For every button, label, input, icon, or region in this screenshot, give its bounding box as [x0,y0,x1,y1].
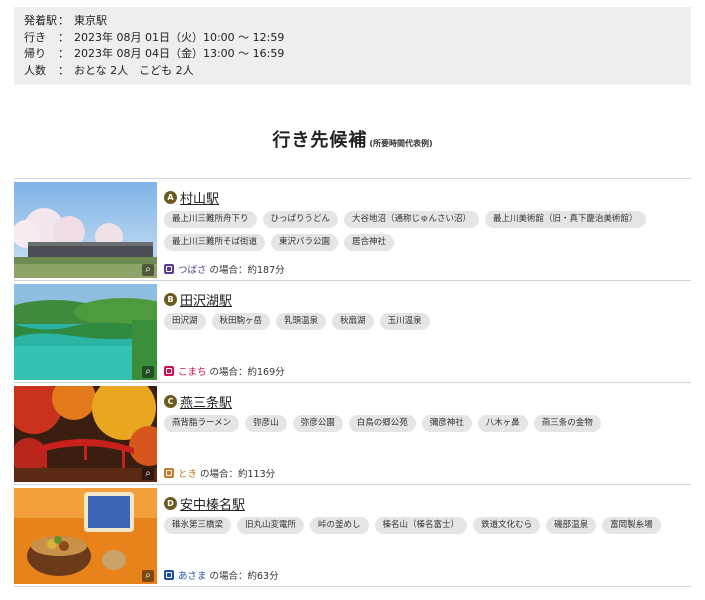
spot-tag[interactable]: 碓氷第三橋梁 [164,517,232,534]
destination-content: A 村山駅 最上川三難所舟下り ひっぱりうどん 大谷地沼（通称じゅんさい沼） 最… [164,188,691,280]
train-name: つばさ [178,265,207,276]
destination-list: ⌕ A 村山駅 最上川三難所舟下り ひっぱりうどん 大谷地沼（通称じゅんさい沼）… [14,178,691,587]
spot-tag[interactable]: 大谷地沼（通称じゅんさい沼） [344,211,480,228]
photo-tazawako [14,284,157,380]
zoom-icon[interactable]: ⌕ [142,468,154,480]
summary-separator: ： [58,30,69,44]
spot-tag[interactable]: 燕三条の金物 [533,415,601,432]
destination-badge: D [164,496,177,510]
spot-tag[interactable]: 燕背脂ラーメン [164,415,240,432]
spot-tag[interactable]: 彌彦神社 [421,415,472,432]
destination-photo[interactable]: ⌕ [14,284,157,380]
train-name: こまち [178,367,207,378]
destination-title: A 村山駅 [164,188,691,207]
summary-row-station: 発着駅 ： 東京駅 [24,13,681,30]
spot-tag[interactable]: 八木ヶ鼻 [477,415,528,432]
travel-time: の場合：約63分 [209,571,279,582]
summary-separator: ： [58,63,69,77]
travel-time: の場合：約169分 [209,367,285,378]
summary-label: 行き [24,30,46,44]
spot-tag[interactable]: 玉川温泉 [379,313,430,330]
destination-item: ⌕ C 燕三条駅 燕背脂ラーメン 弥彦山 弥彦公園 白鳥の郷公苑 彌彦神社 八木… [14,383,691,485]
train-info: つばさ の場合：約187分 [164,262,285,276]
destination-content: C 燕三条駅 燕背脂ラーメン 弥彦山 弥彦公園 白鳥の郷公苑 彌彦神社 八木ヶ鼻… [164,392,691,484]
spot-tags: 碓氷第三橋梁 旧丸山変電所 峠の釜めし 榛名山（榛名富士） 鉄道文化むら 磯部温… [164,517,689,540]
summary-value: おとな 2人 こども 2人 [74,63,194,77]
spot-tag[interactable]: ひっぱりうどん [262,211,339,228]
summary-label: 人数 [24,63,46,77]
summary-value: 2023年 08月 04日（金）13:00 ～ 16:59 [74,47,285,60]
spot-tag[interactable]: 旧丸山変電所 [237,517,305,534]
spot-tag[interactable]: 弥彦山 [245,415,287,432]
photo-tsubamesanjo [14,386,157,482]
summary-row-return: 帰り ： 2023年 08月 04日（金）13:00 ～ 16:59 [24,46,681,63]
station-link[interactable]: 村山駅 [180,188,219,207]
train-name: あさま [178,571,207,582]
spot-tag[interactable]: 最上川美術館（旧・真下慶治美術館） [485,211,646,228]
zoom-icon[interactable]: ⌕ [142,366,154,378]
train-icon [164,366,174,376]
station-link[interactable]: 燕三条駅 [180,392,232,411]
destination-title: B 田沢湖駅 [164,290,691,309]
spot-tags: 最上川三難所舟下り ひっぱりうどん 大谷地沼（通称じゅんさい沼） 最上川美術館（… [164,211,689,257]
spot-tag[interactable]: 鉄道文化むら [473,517,541,534]
destination-badge: A [164,190,177,204]
travel-time: の場合：約187分 [209,265,285,276]
section-heading: 行き先候補 (所要時間代表例) [0,126,705,152]
spot-tag[interactable]: 最上川三難所そば街道 [164,234,266,251]
spot-tag[interactable]: 白鳥の郷公苑 [348,415,416,432]
train-icon [164,264,174,274]
spot-tag[interactable]: 東沢バラ公園 [271,234,339,251]
spot-tag[interactable]: 乳頭温泉 [276,313,327,330]
summary-separator: ： [58,14,69,27]
train-icon [164,468,174,478]
spot-tags: 燕背脂ラーメン 弥彦山 弥彦公園 白鳥の郷公苑 彌彦神社 八木ヶ鼻 燕三条の金物 [164,415,689,438]
section-subtitle: (所要時間代表例) [369,139,433,148]
train-icon [164,570,174,580]
spot-tag[interactable]: 秋扇湖 [332,313,374,330]
spot-tag[interactable]: 田沢湖 [164,313,206,330]
destination-badge: B [164,292,177,306]
spot-tag[interactable]: 最上川三難所舟下り [164,211,257,228]
spot-tag[interactable]: 磯部温泉 [546,517,597,534]
search-summary-panel: 発着駅 ： 東京駅 行き ： 2023年 08月 01日（火）10:00 ～ 1… [14,7,691,85]
destination-photo[interactable]: ⌕ [14,488,157,584]
destination-item: ⌕ A 村山駅 最上川三難所舟下り ひっぱりうどん 大谷地沼（通称じゅんさい沼）… [14,179,691,281]
destination-item: ⌕ D 安中榛名駅 碓氷第三橋梁 旧丸山変電所 峠の釜めし 榛名山（榛名富士） … [14,485,691,587]
photo-murayama [14,182,157,278]
summary-value: 東京駅 [74,14,107,27]
zoom-icon[interactable]: ⌕ [142,264,154,276]
train-info: とき の場合：約113分 [164,466,275,480]
station-link[interactable]: 田沢湖駅 [180,290,232,309]
travel-time: の場合：約113分 [200,469,276,480]
destination-badge: C [164,394,177,408]
spot-tag[interactable]: 富岡製糸場 [602,517,661,534]
spot-tag[interactable]: 弥彦公園 [292,415,343,432]
train-info: こまち の場合：約169分 [164,364,285,378]
section-title: 行き先候補 [272,130,368,151]
destination-title: D 安中榛名駅 [164,494,691,513]
destination-title: C 燕三条駅 [164,392,691,411]
destination-photo[interactable]: ⌕ [14,386,157,482]
train-info: あさま の場合：約63分 [164,568,279,582]
summary-value: 2023年 08月 01日（火）10:00 ～ 12:59 [74,30,285,44]
destination-content: D 安中榛名駅 碓氷第三橋梁 旧丸山変電所 峠の釜めし 榛名山（榛名富士） 鉄道… [164,494,691,586]
zoom-icon[interactable]: ⌕ [142,570,154,582]
spot-tag[interactable]: 居合神社 [344,234,395,251]
summary-row-outbound: 行き ： 2023年 08月 01日（火）10:00 ～ 12:59 [24,30,681,47]
spot-tag[interactable]: 榛名山（榛名富士） [374,517,468,534]
destination-item: ⌕ B 田沢湖駅 田沢湖 秋田駒ヶ岳 乳頭温泉 秋扇湖 玉川温泉 こまち の場合… [14,281,691,383]
train-name: とき [178,469,198,480]
destination-content: B 田沢湖駅 田沢湖 秋田駒ヶ岳 乳頭温泉 秋扇湖 玉川温泉 こまち の場合：約… [164,290,691,382]
photo-annakaharuna [14,488,157,584]
destination-photo[interactable]: ⌕ [14,182,157,278]
station-link[interactable]: 安中榛名駅 [180,494,245,513]
spot-tag[interactable]: 秋田駒ヶ岳 [211,313,271,330]
summary-separator: ： [58,47,69,60]
spot-tag[interactable]: 峠の釜めし [310,517,369,534]
spot-tags: 田沢湖 秋田駒ヶ岳 乳頭温泉 秋扇湖 玉川温泉 [164,313,689,336]
summary-row-passengers: 人数 ： おとな 2人 こども 2人 [24,63,681,80]
summary-label: 帰り [24,47,46,60]
summary-label: 発着駅 [24,14,57,27]
